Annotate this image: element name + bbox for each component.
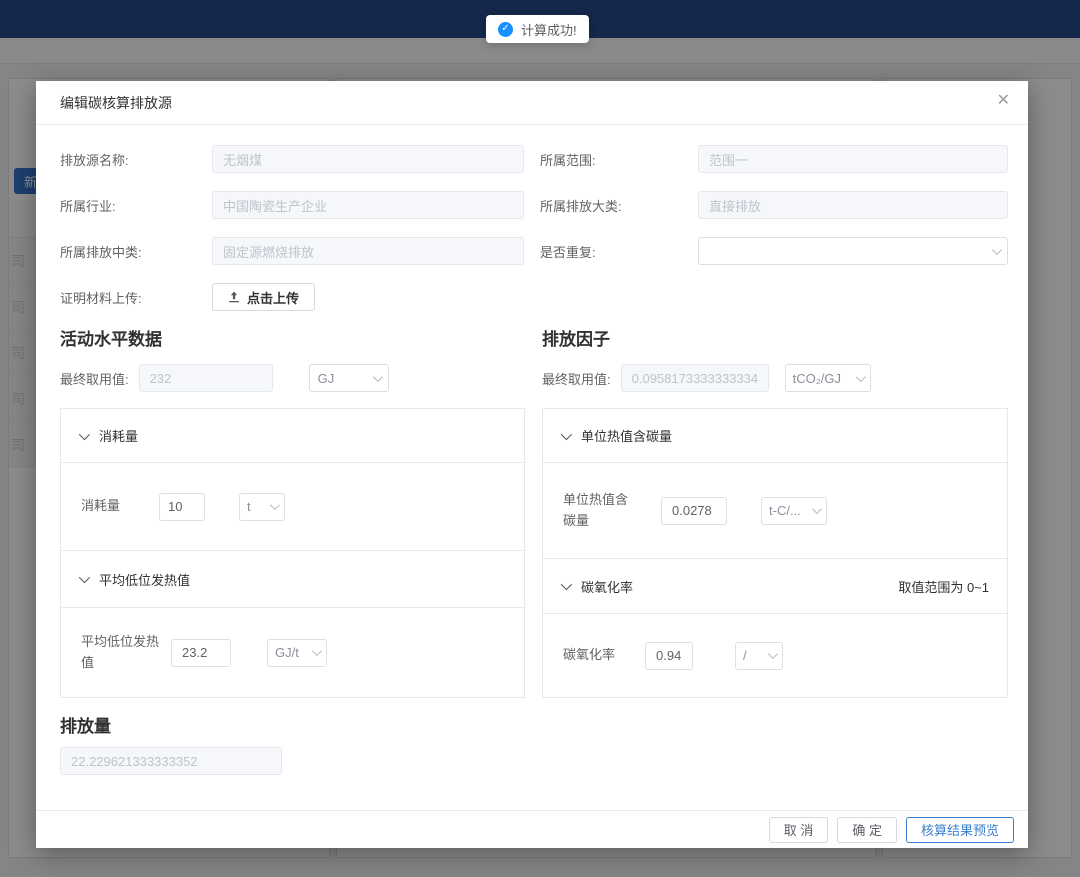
carbon-content-panel-title: 单位热值含碳量	[581, 426, 672, 445]
chevron-down-icon	[561, 428, 572, 439]
carbon-content-unit-value: t-C/...	[769, 503, 801, 518]
upload-field-area: 点击上传	[212, 283, 524, 311]
dialog-title: 编辑碳核算排放源	[60, 93, 172, 113]
heat-value-unit-select[interactable]: GJ/t	[267, 639, 327, 667]
carbon-content-panel-header[interactable]: 单位热值含碳量	[543, 409, 1007, 463]
activity-section-title: 活动水平数据	[60, 325, 525, 350]
factor-section: 排放因子 最终取用值: tCO₂/GJ 单位热值含碳量 单位热值含碳	[542, 325, 1008, 698]
field-scope: 所属范围:	[540, 145, 1008, 173]
oxidation-rate-unit-value: /	[743, 648, 747, 663]
oxidation-rate-row-label: 碳氧化率	[563, 645, 635, 666]
oxidation-rate-panel-title: 碳氧化率	[581, 577, 633, 596]
industry-label: 所属行业:	[60, 196, 212, 215]
activity-final-label: 最终取用值:	[60, 369, 129, 388]
field-is-duplicate: 是否重复:	[540, 237, 1008, 265]
consumption-input[interactable]	[159, 493, 205, 521]
dialog-body: 排放源名称: 所属范围: 所属行业: 所属排放大类: 所属排放中类:	[36, 125, 1028, 775]
scope-input[interactable]	[698, 145, 1008, 173]
calc-sections: 活动水平数据 最终取用值: GJ 消耗量 消耗量	[60, 325, 1008, 698]
chevron-down-icon	[856, 372, 866, 382]
carbon-content-unit-select[interactable]: t-C/...	[761, 497, 827, 525]
factor-final-value-input[interactable]	[621, 364, 769, 392]
form-row: 所属行业: 所属排放大类:	[60, 191, 1008, 219]
factor-final-unit-select[interactable]: tCO₂/GJ	[785, 364, 871, 392]
success-toast: ✓ 计算成功!	[486, 15, 589, 43]
chevron-down-icon	[812, 504, 822, 514]
dialog-header: 编辑碳核算排放源	[36, 81, 1028, 125]
edit-emission-source-dialog: 编辑碳核算排放源 ✕ 排放源名称: 所属范围: 所属行业: 所属排放大类:	[36, 81, 1028, 848]
chevron-down-icon	[373, 372, 383, 382]
consumption-row-label: 消耗量	[81, 496, 159, 517]
oxidation-rate-panel-content: 碳氧化率 /	[543, 614, 1007, 697]
activity-section: 活动水平数据 最终取用值: GJ 消耗量 消耗量	[60, 325, 525, 698]
consumption-unit-select[interactable]: t	[239, 493, 285, 521]
chevron-down-icon	[270, 500, 280, 510]
upload-icon	[228, 291, 240, 304]
form-row: 所属排放中类: 是否重复:	[60, 237, 1008, 265]
major-category-label: 所属排放大类:	[540, 196, 698, 215]
emission-value-input[interactable]	[60, 747, 282, 775]
factor-final-row: 最终取用值: tCO₂/GJ	[542, 364, 1008, 392]
mid-category-input[interactable]	[212, 237, 524, 265]
form-row: 证明材料上传: 点击上传	[60, 283, 1008, 311]
oxidation-rate-panel-header[interactable]: 碳氧化率 取值范围为 0~1	[543, 559, 1007, 614]
consumption-unit-value: t	[247, 499, 251, 514]
heat-value-panel-title: 平均低位发热值	[99, 570, 190, 589]
dialog-footer: 取 消 确 定 核算结果预览	[36, 810, 1028, 848]
form-row: 排放源名称: 所属范围:	[60, 145, 1008, 173]
source-name-label: 排放源名称:	[60, 150, 212, 169]
major-category-input[interactable]	[698, 191, 1008, 219]
field-source-name: 排放源名称:	[60, 145, 524, 173]
activity-final-value-input[interactable]	[139, 364, 273, 392]
is-duplicate-select[interactable]	[698, 237, 1008, 265]
activity-final-unit-value: GJ	[318, 371, 335, 386]
chevron-down-icon	[312, 646, 322, 656]
upload-button[interactable]: 点击上传	[212, 283, 315, 311]
toast-message: 计算成功!	[521, 20, 577, 39]
is-duplicate-label: 是否重复:	[540, 242, 698, 261]
oxidation-rate-input[interactable]	[645, 642, 693, 670]
heat-value-unit-value: GJ/t	[275, 645, 299, 660]
activity-final-row: 最终取用值: GJ	[60, 364, 525, 392]
factor-final-label: 最终取用值:	[542, 369, 611, 388]
scope-label: 所属范围:	[540, 150, 698, 169]
field-upload: 证明材料上传: 点击上传	[60, 283, 524, 311]
consumption-panel-content: 消耗量 t	[61, 463, 524, 551]
chevron-down-icon	[561, 579, 572, 590]
field-mid-category: 所属排放中类:	[60, 237, 524, 265]
confirm-button[interactable]: 确 定	[837, 817, 897, 843]
mid-category-label: 所属排放中类:	[60, 242, 212, 261]
result-preview-button[interactable]: 核算结果预览	[906, 817, 1014, 843]
carbon-content-panel-content: 单位热值含碳量 t-C/...	[543, 463, 1007, 559]
oxidation-rate-unit-select[interactable]: /	[735, 642, 783, 670]
heat-value-panel-header[interactable]: 平均低位发热值	[61, 551, 524, 608]
factor-section-title: 排放因子	[542, 325, 1008, 350]
chevron-down-icon	[992, 245, 1002, 255]
close-icon[interactable]: ✕	[997, 93, 1010, 109]
carbon-content-row-label: 单位热值含碳量	[563, 490, 635, 532]
source-name-input[interactable]	[212, 145, 524, 173]
factor-collapse-box: 单位热值含碳量 单位热值含碳量 t-C/... 碳氧化率 取值范围为 0~1	[542, 408, 1008, 698]
chevron-down-icon	[768, 649, 778, 659]
upload-button-label: 点击上传	[247, 288, 299, 307]
heat-value-row-label: 平均低位发热值	[81, 632, 159, 674]
heat-value-input[interactable]	[171, 639, 231, 667]
factor-final-unit-value: tCO₂/GJ	[793, 371, 841, 386]
field-major-category: 所属排放大类:	[540, 191, 1008, 219]
chevron-down-icon	[79, 572, 90, 583]
field-industry: 所属行业:	[60, 191, 524, 219]
cancel-button[interactable]: 取 消	[769, 817, 829, 843]
activity-collapse-box: 消耗量 消耗量 t 平均低位发热值	[60, 408, 525, 698]
upload-label: 证明材料上传:	[60, 288, 212, 307]
carbon-content-input[interactable]	[661, 497, 727, 525]
oxidation-rate-range-note: 取值范围为 0~1	[898, 577, 989, 596]
heat-value-panel-content: 平均低位发热值 GJ/t	[61, 608, 524, 697]
chevron-down-icon	[79, 428, 90, 439]
consumption-panel-title: 消耗量	[99, 426, 138, 445]
emission-section-title: 排放量	[60, 712, 1008, 737]
activity-final-unit-select[interactable]: GJ	[309, 364, 389, 392]
check-circle-icon: ✓	[498, 22, 513, 37]
consumption-panel-header[interactable]: 消耗量	[61, 409, 524, 463]
industry-input[interactable]	[212, 191, 524, 219]
